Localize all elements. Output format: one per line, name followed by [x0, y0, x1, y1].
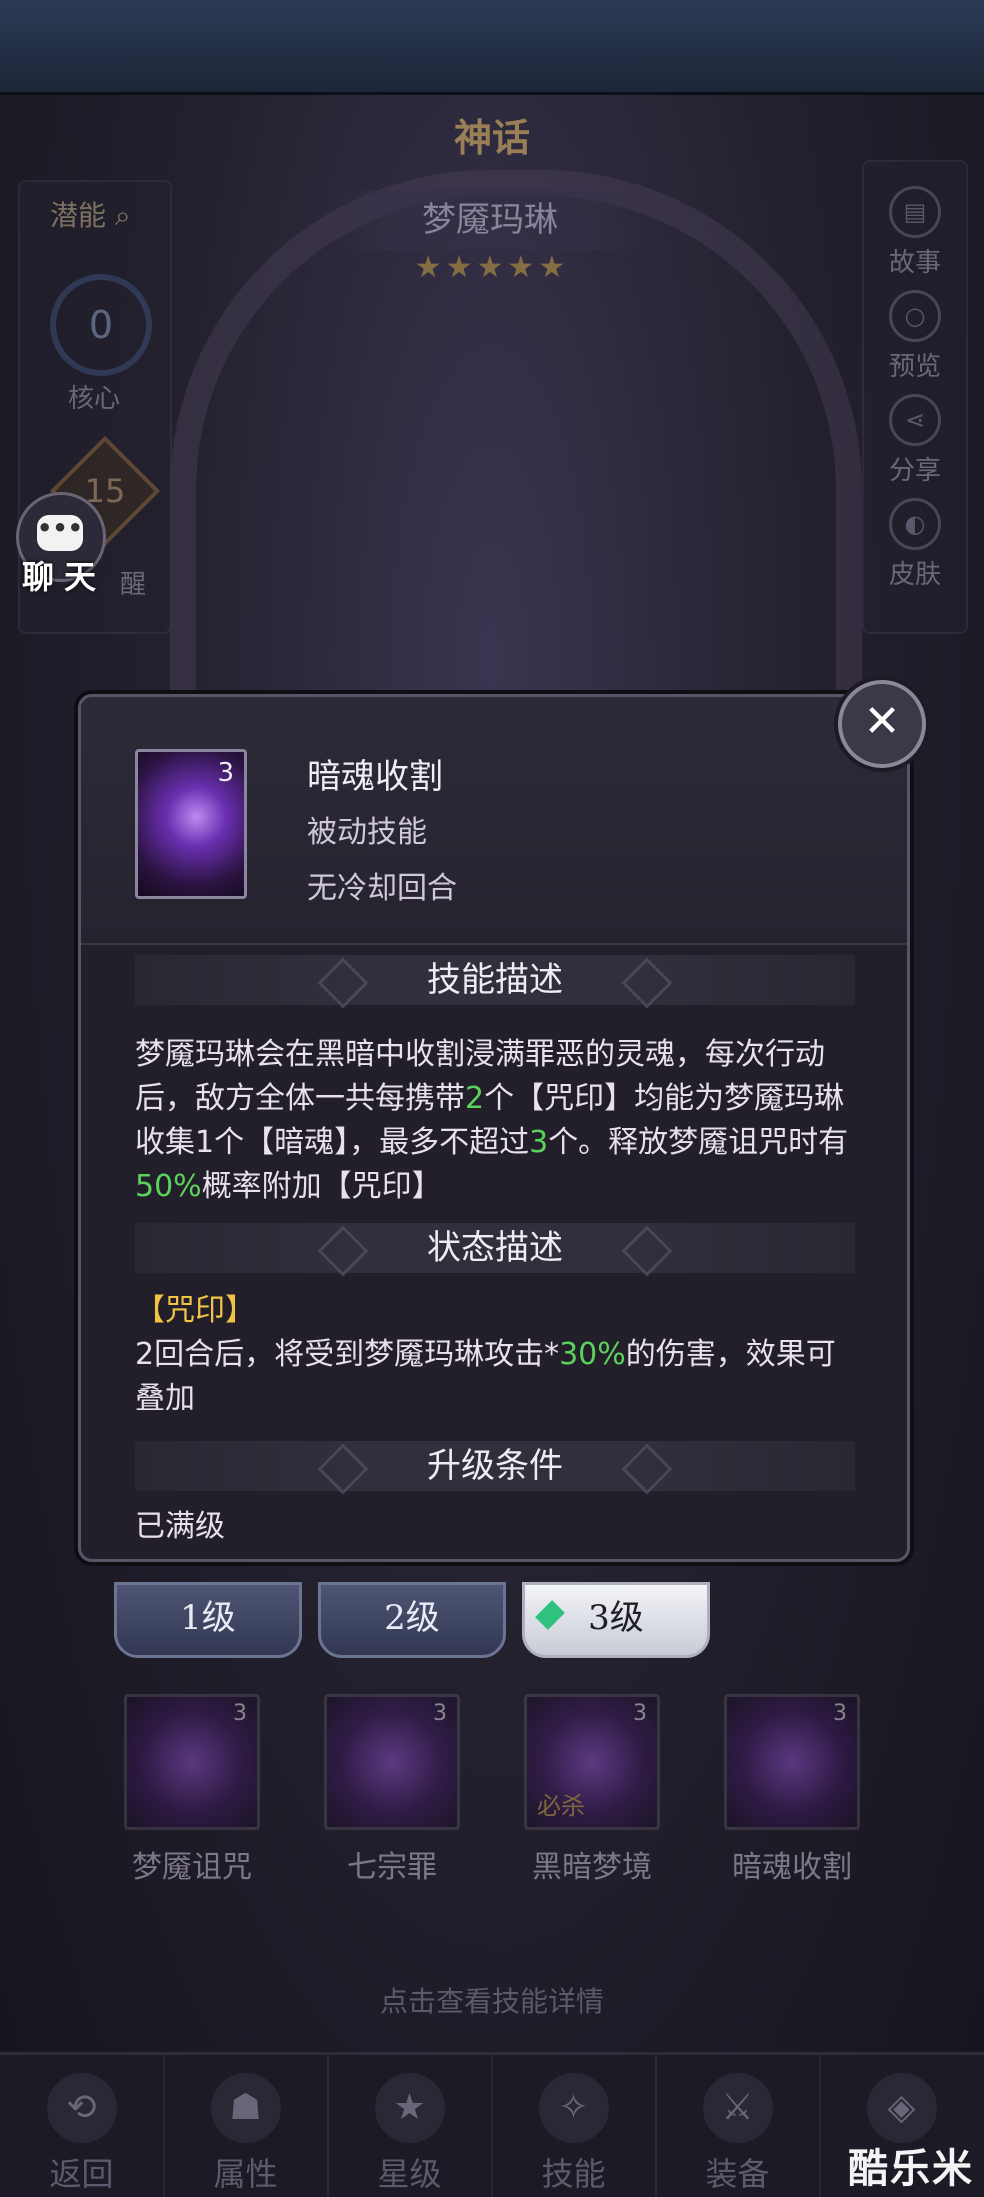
skill-book-icon: ✧ — [538, 2073, 609, 2143]
ultimate-badge: 必杀 — [537, 1792, 585, 1820]
skin-icon: ◐ — [889, 498, 941, 550]
skill-list: 3 梦魇诅咒 3 七宗罪 3 必杀 黑暗梦境 3 暗魂收割 — [0, 1694, 984, 1886]
section-header-status: 状态描述 — [135, 1223, 855, 1273]
nav-equipment[interactable]: ⚔ 装备 — [656, 2055, 821, 2197]
skill-type: 被动技能 — [307, 815, 427, 850]
core-label: 核心 — [68, 384, 121, 414]
skill-thumbnail: 3 — [724, 1694, 860, 1830]
nav-skills[interactable]: ✧ 技能 — [492, 2055, 657, 2197]
status-tag: 【咒印】 — [135, 1293, 255, 1328]
emblem-icon: ◈ — [866, 2073, 937, 2143]
status-description: 【咒印】 2回合后，将受到梦魇玛琳攻击*30%的伤害，效果可叠加 — [135, 1289, 865, 1421]
desc-text: 概率附加【咒印】 — [201, 1169, 442, 1204]
nav-back-label: 返回 — [49, 2155, 114, 2193]
section-header-description: 技能描述 — [135, 955, 855, 1005]
skill-title: 暗魂收割 — [307, 757, 443, 797]
back-icon: ⟲ — [46, 2073, 117, 2143]
nav-back[interactable]: ⟲ 返回 — [0, 2055, 165, 2197]
skill-name: 暗魂收割 — [732, 1850, 852, 1885]
chat-bubble-icon: ••• — [37, 515, 83, 551]
search-icon: ⌕ — [106, 199, 131, 232]
desc-number: 3 — [529, 1125, 549, 1160]
watermark: 酷乐米 — [848, 2146, 974, 2192]
story-button[interactable]: ▤ 故事 — [864, 186, 966, 279]
chat-label: 聊天 — [22, 558, 107, 596]
skill-thumbnail: 3 — [124, 1694, 260, 1830]
nav-attributes-label: 属性 — [213, 2155, 278, 2193]
preview-button[interactable]: ○ 预览 — [864, 290, 966, 383]
attributes-icon: ☗ — [210, 2073, 281, 2143]
nav-stars[interactable]: ★ 星级 — [328, 2055, 493, 2197]
bottom-navbar: ⟲ 返回 ☗ 属性 ★ 星级 ✧ 技能 ⚔ 装备 ◈ — [0, 2052, 984, 2197]
section-header-upgrade: 升级条件 — [135, 1441, 855, 1491]
skill-name: 黑暗梦境 — [532, 1850, 652, 1885]
hint-text: 点击查看技能详情 — [379, 1985, 604, 2018]
preview-label: 预览 — [888, 352, 941, 382]
right-panel: ▤ 故事 ○ 预览 ⋖ 分享 ◐ 皮肤 — [862, 160, 968, 634]
share-button[interactable]: ⋖ 分享 — [864, 394, 966, 487]
skill-description: 梦魇玛琳会在黑暗中收割浸满罪恶的灵魂，每次行动后，敌方全体一共每携带2个【咒印】… — [135, 1033, 865, 1209]
nav-skills-label: 技能 — [541, 2155, 606, 2193]
skin-button[interactable]: ◐ 皮肤 — [864, 498, 966, 591]
skill-detail-modal: 3 暗魂收割 被动技能 无冷却回合 技能描述 梦魇玛琳会在黑暗中收割浸满罪恶的灵… — [78, 694, 910, 1562]
gem-icon — [535, 1600, 565, 1630]
modal-header: 3 暗魂收割 被动技能 无冷却回合 — [81, 697, 907, 945]
skill-name: 七宗罪 — [347, 1850, 437, 1885]
skill-item[interactable]: 3 必杀 黑暗梦境 — [524, 1694, 660, 1886]
level-tab-3-label: 3级 — [588, 1598, 644, 1638]
nav-stars-label: 星级 — [377, 2155, 442, 2193]
desc-number: 50% — [135, 1169, 202, 1204]
close-icon: ✕ — [863, 696, 901, 747]
star-icon: ★ — [374, 2073, 445, 2143]
level-tab-2[interactable]: 2级 — [318, 1582, 506, 1658]
rarity-badge: 神话 — [453, 116, 530, 160]
book-icon: ▤ — [889, 186, 941, 238]
skill-item[interactable]: 3 梦魇诅咒 — [124, 1694, 260, 1886]
top-banner — [0, 0, 984, 95]
skill-item[interactable]: 3 暗魂收割 — [724, 1694, 860, 1886]
star-rating: ★★★★★ — [414, 250, 570, 285]
nav-attributes[interactable]: ☗ 属性 — [164, 2055, 329, 2197]
skill-icon: 3 — [135, 749, 247, 899]
skill-icon-level: 3 — [217, 758, 234, 788]
skill-cooldown: 无冷却回合 — [307, 871, 457, 906]
skill-name: 梦魇诅咒 — [132, 1850, 252, 1885]
skill-level: 3 — [633, 1701, 647, 1726]
skill-level: 3 — [833, 1701, 847, 1726]
swords-icon: ⚔ — [702, 2073, 773, 2143]
skill-level: 3 — [433, 1701, 447, 1726]
close-button[interactable]: ✕ — [838, 680, 926, 768]
potential-tab[interactable]: 潜能 ⌕ — [50, 194, 131, 234]
story-label: 故事 — [888, 248, 941, 278]
upgrade-condition: 已满级 — [135, 1509, 225, 1544]
preview-icon: ○ — [889, 290, 941, 342]
status-text: 2回合后，将受到梦魇玛琳攻击* — [135, 1337, 560, 1372]
skill-thumbnail: 3 — [324, 1694, 460, 1830]
nav-equipment-label: 装备 — [705, 2155, 770, 2193]
level-tab-3[interactable]: 3级 — [522, 1582, 710, 1658]
skill-level: 3 — [233, 1701, 247, 1726]
hero-name: 梦魇玛琳 — [330, 190, 650, 250]
awake-label: 醒 — [120, 570, 147, 600]
status-number: 30% — [559, 1337, 626, 1372]
potential-label: 潜能 — [50, 199, 107, 232]
share-label: 分享 — [888, 456, 941, 486]
skin-label: 皮肤 — [888, 560, 941, 590]
desc-text: 个。释放梦魇诅咒时有 — [548, 1125, 849, 1160]
desc-number: 2 — [465, 1081, 485, 1116]
level-tab-1[interactable]: 1级 — [114, 1582, 302, 1658]
share-icon: ⋖ — [889, 394, 941, 446]
core-ring[interactable]: 0 — [50, 274, 152, 376]
skill-thumbnail: 3 必杀 — [524, 1694, 660, 1830]
skill-item[interactable]: 3 七宗罪 — [324, 1694, 460, 1886]
